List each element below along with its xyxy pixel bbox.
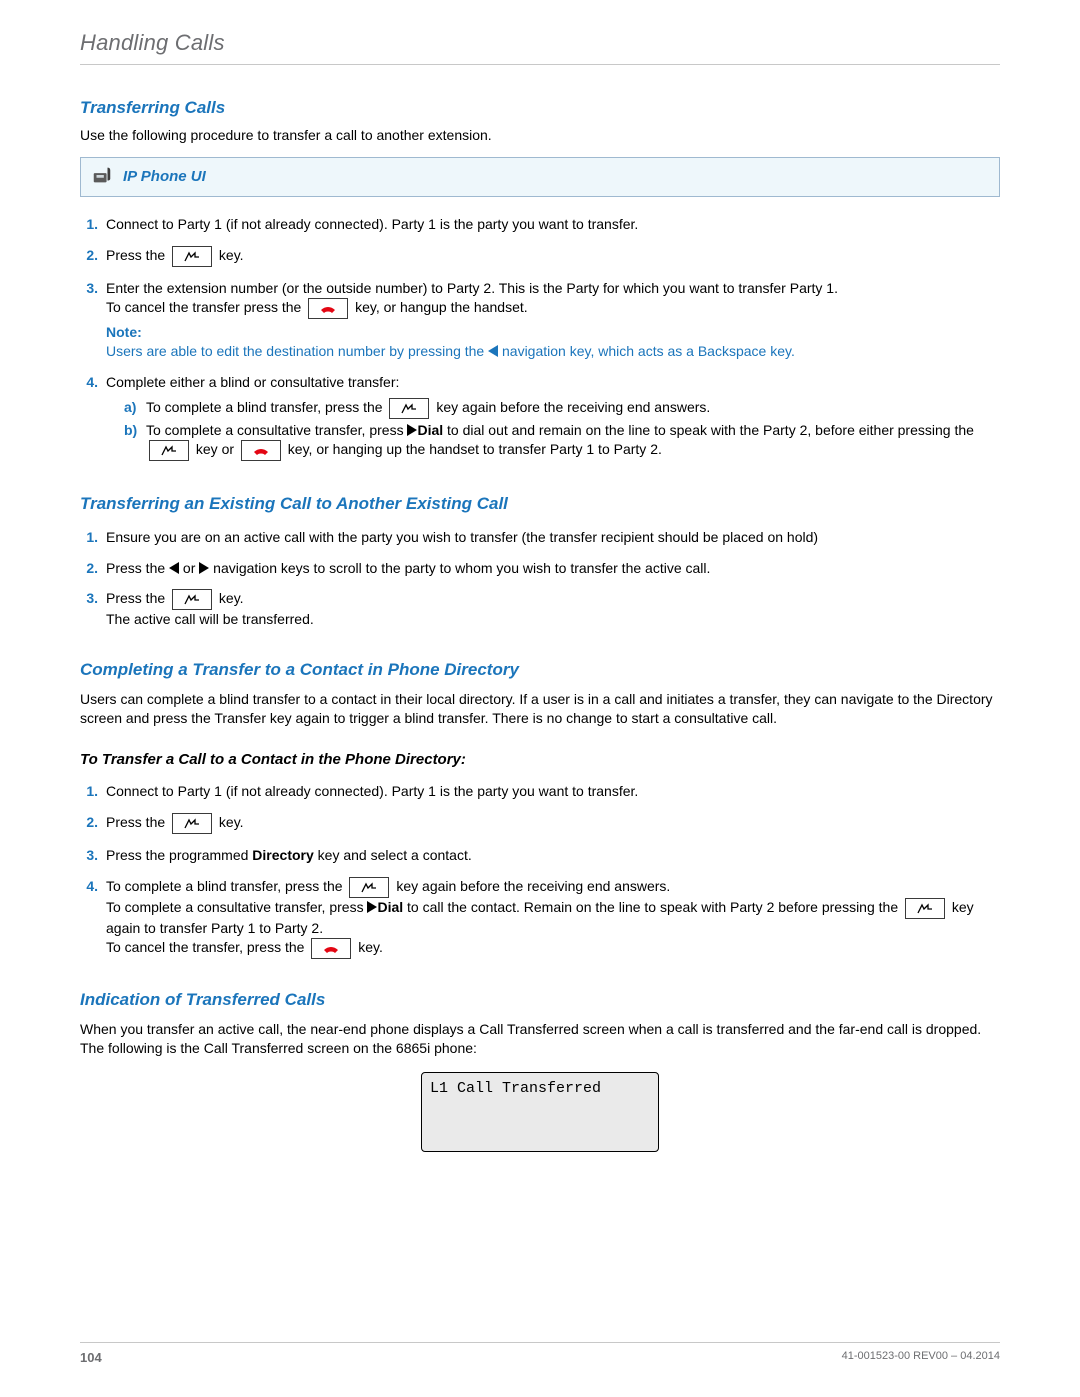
note-text: Users are able to edit the destination n… <box>106 342 1000 361</box>
nav-left-icon <box>169 562 179 574</box>
hangup-key-icon <box>241 440 281 461</box>
substep-letter: b) <box>124 421 140 461</box>
substep-letter: a) <box>124 398 140 419</box>
step-number: 1. <box>80 528 98 547</box>
step-text: Ensure you are on an active call with th… <box>106 528 1000 547</box>
step-text: Press the key. The active call will be t… <box>106 589 1000 629</box>
section-transfer-existing: Transferring an Existing Call to Another… <box>80 493 1000 516</box>
step-text: Connect to Party 1 (if not already conne… <box>106 782 1000 801</box>
nav-right-icon <box>199 562 209 574</box>
hangup-key-icon <box>311 938 351 959</box>
procedure-ip-phone-ui: 1. Connect to Party 1 (if not already co… <box>80 215 1000 462</box>
page-number: 104 <box>80 1349 102 1367</box>
step-number: 4. <box>80 877 98 959</box>
section-intro: Use the following procedure to transfer … <box>80 126 1000 145</box>
step-number: 2. <box>80 813 98 834</box>
step-number: 1. <box>80 782 98 801</box>
hangup-key-icon <box>308 298 348 319</box>
transfer-key-icon <box>172 246 212 267</box>
play-icon <box>407 424 417 436</box>
section-intro: When you transfer an active call, the ne… <box>80 1020 1000 1058</box>
step-text: Enter the extension number (or the outsi… <box>106 279 1000 361</box>
minor-heading: To Transfer a Call to a Contact in the P… <box>80 750 1000 770</box>
step-number: 1. <box>80 215 98 234</box>
page-title: Handling Calls <box>80 28 1000 65</box>
step-text: Complete either a blind or consultative … <box>106 373 1000 463</box>
callout-label: IP Phone UI <box>123 167 206 187</box>
transfer-key-icon <box>389 398 429 419</box>
phone-screen: L1 Call Transferred <box>421 1072 659 1152</box>
section-transfer-directory: Completing a Transfer to a Contact in Ph… <box>80 659 1000 682</box>
section-transferring-calls: Transferring Calls <box>80 97 1000 120</box>
play-icon <box>367 901 377 913</box>
doc-id: 41-001523-00 REV00 – 04.2014 <box>842 1349 1000 1367</box>
step-text: Press the or navigation keys to scroll t… <box>106 559 1000 578</box>
nav-left-icon <box>488 345 498 357</box>
step-number: 2. <box>80 559 98 578</box>
procedure-existing-call: 1. Ensure you are on an active call with… <box>80 528 1000 630</box>
transfer-key-icon <box>172 813 212 834</box>
transfer-key-icon <box>149 440 189 461</box>
section-indication: Indication of Transferred Calls <box>80 989 1000 1012</box>
transfer-key-icon <box>172 589 212 610</box>
step-number: 3. <box>80 279 98 361</box>
page-footer: 104 41-001523-00 REV00 – 04.2014 <box>80 1342 1000 1367</box>
procedure-directory: 1. Connect to Party 1 (if not already co… <box>80 782 1000 959</box>
step-number: 3. <box>80 846 98 865</box>
step-text: Press the programmed Directory key and s… <box>106 846 1000 865</box>
step-number: 2. <box>80 246 98 267</box>
ip-phone-icon <box>91 164 113 191</box>
ip-phone-ui-callout: IP Phone UI <box>80 157 1000 198</box>
step-text: Press the key. <box>106 246 1000 267</box>
note-label: Note: <box>106 323 1000 342</box>
step-number: 3. <box>80 589 98 629</box>
transfer-key-icon <box>349 877 389 898</box>
step-text: Press the key. <box>106 813 1000 834</box>
step-number: 4. <box>80 373 98 463</box>
step-text: Connect to Party 1 (if not already conne… <box>106 215 1000 234</box>
transfer-key-icon <box>905 898 945 919</box>
section-intro: Users can complete a blind transfer to a… <box>80 690 1000 728</box>
step-text: To complete a blind transfer, press the … <box>106 877 1000 959</box>
